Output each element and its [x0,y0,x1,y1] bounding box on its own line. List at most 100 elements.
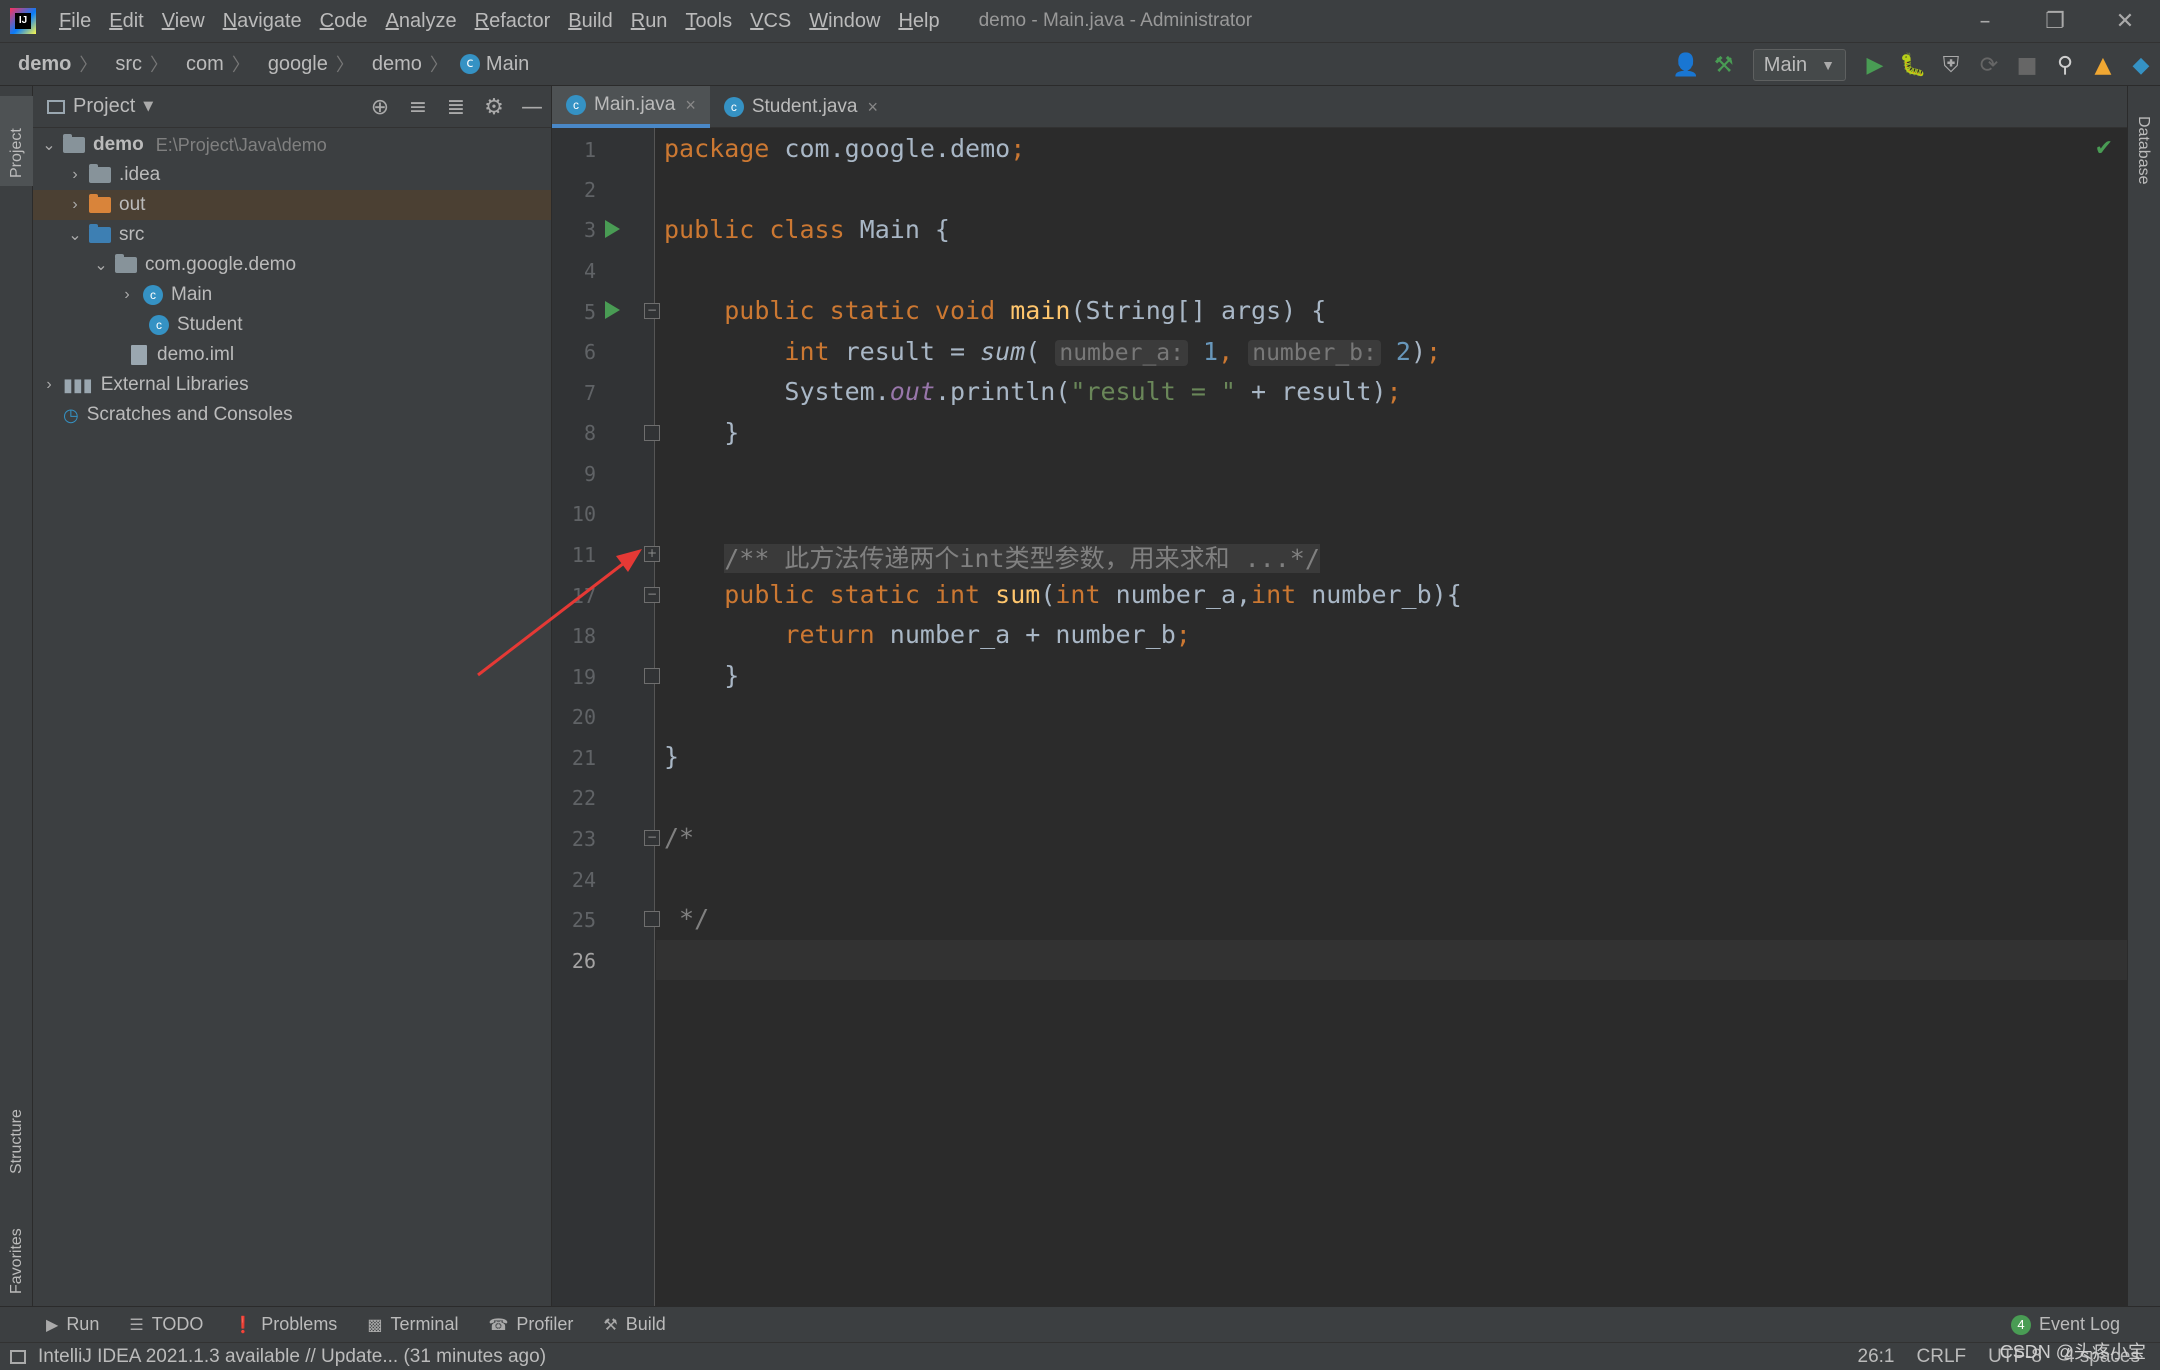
menu-help[interactable]: Help [889,10,948,33]
code-text: number_a, [1100,580,1252,609]
menu-vcs[interactable]: VCS [741,10,800,33]
tree-item-out[interactable]: › out [33,190,551,220]
close-icon[interactable]: × [867,97,878,118]
menu-navigate[interactable]: Navigate [214,10,311,33]
code-text: number_a + number_b [874,620,1176,649]
tree-item-main[interactable]: › c Main [33,280,551,310]
breadcrumb-demo-package[interactable]: demo [354,53,422,76]
tree-item-external-libraries[interactable]: › ▮▮▮ External Libraries [33,370,551,400]
tool-todo[interactable]: ☰ TODO [129,1314,203,1335]
tool-terminal[interactable]: ▩ Terminal [367,1314,458,1335]
menu-build[interactable]: Build [559,10,621,33]
profile-icon[interactable]: ⟳ [1970,46,2008,84]
tool-build[interactable]: ⚒ Build [603,1314,665,1335]
menu-tools[interactable]: Tools [676,10,741,33]
status-message[interactable]: IntelliJ IDEA 2021.1.3 available // Upda… [38,1346,546,1368]
gear-icon[interactable]: ⚙ [475,88,513,126]
tab-project-tool[interactable]: Project [0,96,33,186]
chevron-right-icon[interactable]: › [117,286,137,304]
run-config-label: Main [1763,53,1808,76]
menu-code[interactable]: Code [311,10,377,33]
unfold-plus-icon[interactable]: + [644,546,660,562]
tab-structure-tool[interactable]: Structure [0,1066,33,1176]
tab-main-java[interactable]: c Main.java × [552,86,710,128]
menu-run[interactable]: Run [622,10,677,33]
source-folder-icon [89,224,111,243]
line-number: 19 [571,665,596,689]
line-number: 25 [571,908,596,932]
collapse-all-icon[interactable]: ≣ [437,88,475,126]
fold-icon[interactable]: − [644,303,660,319]
locate-icon[interactable]: ⊕ [361,88,399,126]
semicolon: ; [1426,337,1442,366]
tree-label: .idea [119,164,161,185]
fold-end-icon[interactable] [644,911,660,927]
menu-refactor[interactable]: Refactor [466,10,560,33]
build-hammer-icon[interactable]: ⚒ [1705,46,1743,84]
tab-favorites-tool[interactable]: Favorites [0,1186,33,1296]
fold-icon[interactable]: − [644,587,660,603]
user-icon[interactable]: 👤 [1667,46,1705,84]
chevron-down-icon[interactable]: ▼ [143,99,153,114]
close-button[interactable]: ✕ [2090,0,2160,42]
breadcrumb-google[interactable]: google [250,53,328,76]
hide-icon[interactable]: — [513,88,551,126]
comment: */ [664,904,710,933]
run-gutter-icon[interactable] [605,301,620,319]
menu-file[interactable]: File [50,10,100,33]
menu-view[interactable]: View [153,10,214,33]
fold-icon[interactable]: − [644,830,660,846]
tree-item-package[interactable]: ⌄ com.google.demo [33,250,551,280]
breadcrumb-com[interactable]: com [168,53,224,76]
chevron-right-icon[interactable]: › [65,166,85,184]
line-number: 8 [583,421,596,445]
coverage-icon[interactable]: ⛨ [1932,46,1970,84]
stop-icon[interactable]: ■ [2008,46,2046,84]
menu-analyze[interactable]: Analyze [376,10,465,33]
window-icon[interactable] [10,1349,26,1364]
chevron-right-icon[interactable]: › [39,376,59,394]
folded-javadoc-comment[interactable]: /** 此方法传递两个int类型参数，用来求和 ...*/ [724,544,1320,573]
chevron-down-icon[interactable]: ⌄ [65,225,85,245]
run-gutter-icon[interactable] [605,220,620,238]
tree-item-scratches[interactable]: ◷ Scratches and Consoles [33,400,551,430]
tree-item-demo[interactable]: ⌄ demo E:\Project\Java\demo [33,130,551,160]
tree-item-idea[interactable]: › .idea [33,160,551,190]
project-panel-title[interactable]: Project [73,95,135,118]
chevron-right-icon[interactable]: › [65,196,85,214]
fold-end-icon[interactable] [644,668,660,684]
tree-item-src[interactable]: ⌄ src [33,220,551,250]
code-with-me-icon[interactable]: ◆ [2122,46,2160,84]
menu-edit[interactable]: Edit [100,10,152,33]
fold-end-icon[interactable] [644,425,660,441]
tool-event-log[interactable]: 4 Event Log [2010,1314,2120,1335]
chevron-down-icon: ▼ [1821,57,1835,73]
restore-button[interactable]: ❐ [2020,0,2090,42]
search-icon[interactable]: ⚲ [2046,46,2084,84]
close-icon[interactable]: × [685,95,696,116]
tab-student-java[interactable]: c Student.java × [710,86,892,128]
tree-item-demo-iml[interactable]: demo.iml [33,340,551,370]
project-panel-header: Project ▼ ⊕ ≡ ≣ ⚙ — [33,86,551,128]
tool-problems[interactable]: ❗ Problems [233,1314,337,1335]
expand-all-icon[interactable]: ≡ [399,88,437,126]
breadcrumb-src[interactable]: src [97,53,142,76]
breadcrumb-main[interactable]: Main [486,53,529,76]
minimize-button[interactable]: – [1950,0,2020,42]
breadcrumb-demo[interactable]: demo [0,53,71,76]
tab-database-tool[interactable]: Database [2128,96,2160,216]
tree-item-student[interactable]: c Student [33,310,551,340]
caret-position[interactable]: 26:1 [1858,1346,1895,1368]
run-configuration-select[interactable]: Main ▼ [1752,49,1846,81]
tool-profiler[interactable]: ☎ Profiler [488,1314,573,1335]
line-separator[interactable]: CRLF [1917,1346,1967,1368]
tool-run[interactable]: ▶ Run [46,1314,99,1335]
run-icon[interactable]: ▶ [1856,46,1894,84]
update-icon[interactable]: ▲ [2084,46,2122,84]
check-icon[interactable]: ✔ [2095,136,2113,161]
code-editor[interactable]: 1 2 3 4 5 6 7 8 9 10 11 17 18 19 20 21 2… [552,128,2127,1306]
chevron-down-icon[interactable]: ⌄ [91,255,111,275]
debug-icon[interactable]: 🐛 [1894,46,1932,84]
chevron-down-icon[interactable]: ⌄ [39,135,59,155]
menu-window[interactable]: Window [800,10,889,33]
